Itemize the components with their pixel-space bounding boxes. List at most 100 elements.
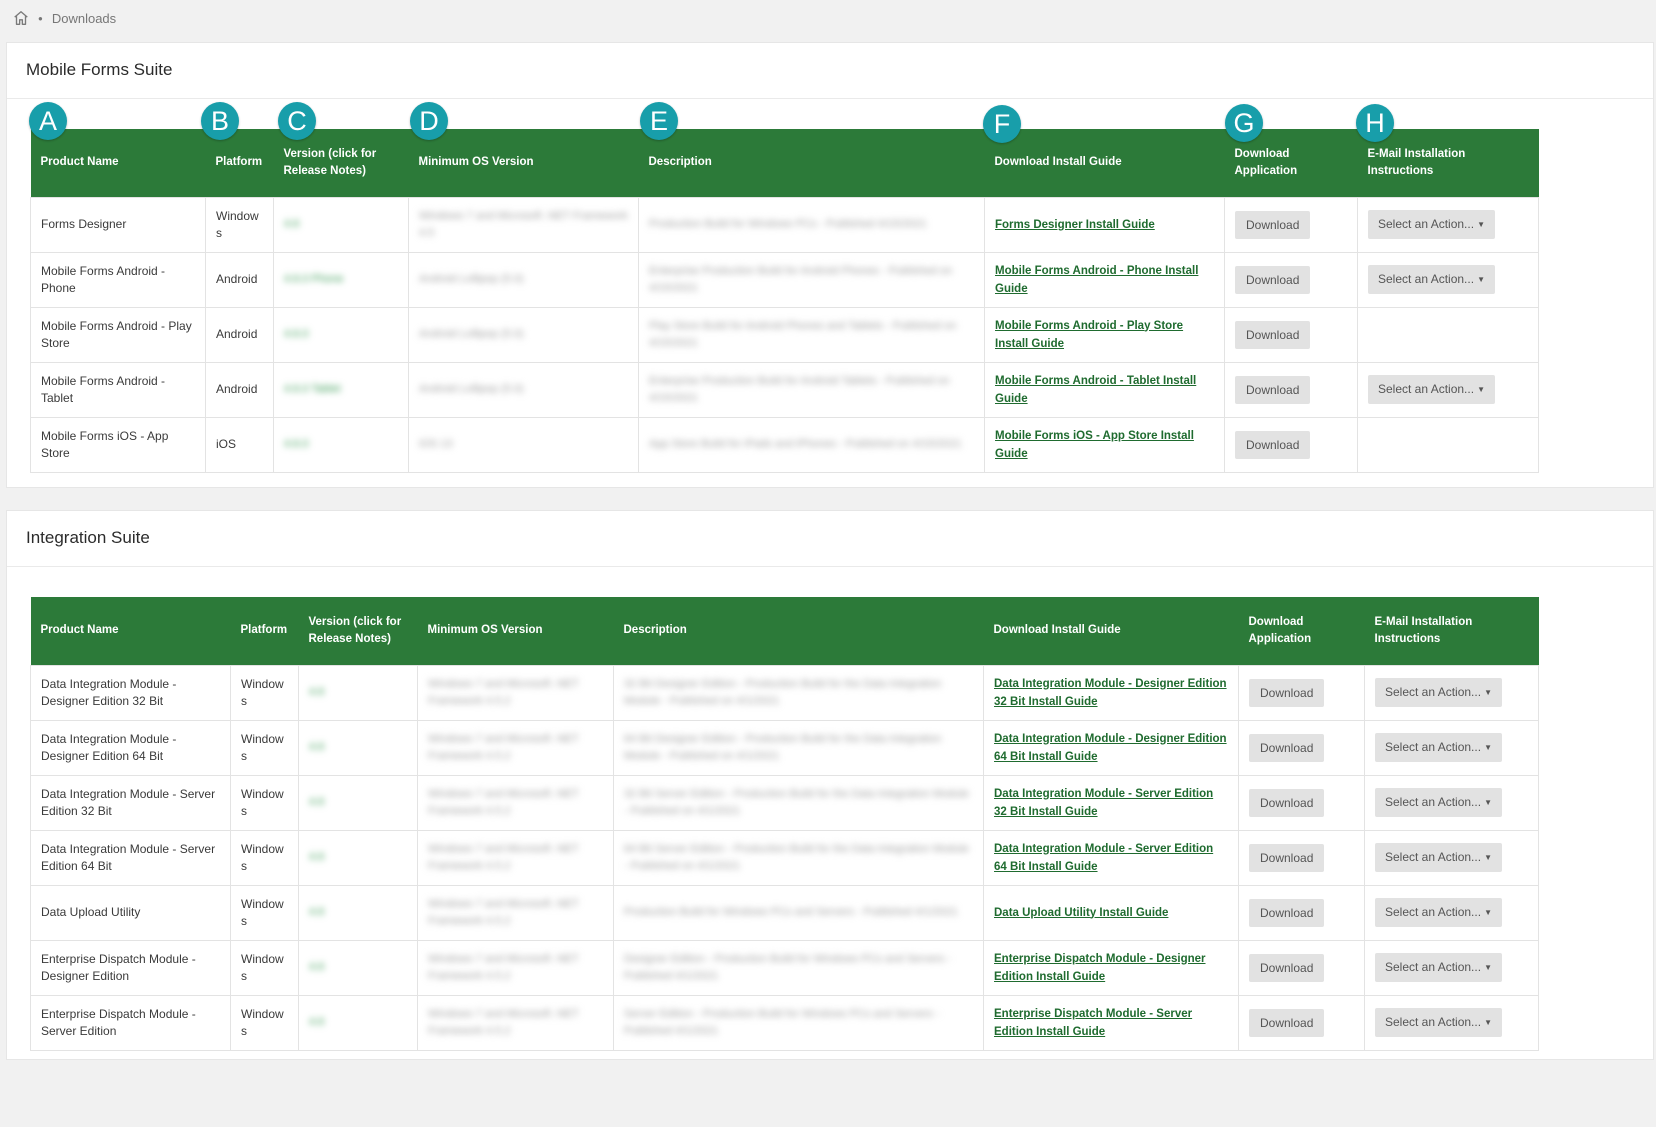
card-title-mobile: Mobile Forms Suite bbox=[26, 60, 173, 79]
release-notes-link[interactable]: 4.6.0 Tablet bbox=[284, 381, 398, 398]
release-notes-link[interactable]: 4.6 bbox=[309, 959, 407, 976]
download-cell: Download bbox=[1238, 774, 1365, 831]
home-icon[interactable] bbox=[12, 9, 30, 27]
min-os-cell: Windows 7 and Microsoft .NET Framework 4… bbox=[417, 829, 614, 886]
breadcrumb-current: Downloads bbox=[51, 10, 117, 26]
select-action-dropdown[interactable]: Select an Action... ▼ bbox=[1375, 1008, 1502, 1037]
select-action-dropdown[interactable]: Select an Action... ▼ bbox=[1375, 953, 1502, 982]
platform-cell: Android bbox=[205, 361, 274, 418]
column-header-product-name: Product Name bbox=[30, 597, 231, 665]
caret-down-icon: ▼ bbox=[1477, 385, 1485, 394]
min-os-cell: Windows 7 and Microsoft .NET Framework 4… bbox=[417, 994, 614, 1051]
table-row: Forms Designer Windows 4.6 Windows 7 and Mi… bbox=[30, 196, 1539, 253]
product-name-cell: Mobile Forms Android - Phone bbox=[30, 251, 206, 308]
release-notes-link[interactable]: 4.6.0 Phone bbox=[284, 271, 398, 288]
download-cell: Download bbox=[1224, 306, 1358, 363]
select-action-dropdown[interactable]: Select an Action... ▼ bbox=[1375, 898, 1502, 927]
download-button[interactable]: Download bbox=[1249, 953, 1325, 982]
column-marker-b: B bbox=[201, 102, 239, 140]
description-cell: Server Edition - Production Build for Wi… bbox=[613, 994, 984, 1051]
min-os-cell: Windows 7 and Microsoft .NET Framework 4… bbox=[417, 774, 614, 831]
table-row: Data Integration Module - Server Edition… bbox=[30, 829, 1539, 886]
select-action-label: Select an Action... bbox=[1385, 685, 1482, 699]
min-os-cell: Windows 7 and Microsoft .NET Framework 4… bbox=[417, 939, 614, 996]
install-guide-link[interactable]: Data Integration Module - Designer Editi… bbox=[994, 678, 1227, 708]
table-row: Mobile Forms Android - Tablet Android 4.6.… bbox=[30, 361, 1539, 418]
install-guide-link[interactable]: Enterprise Dispatch Module - Server Edit… bbox=[994, 1008, 1192, 1038]
email-cell bbox=[1357, 416, 1539, 473]
download-button[interactable]: Download bbox=[1249, 898, 1325, 927]
install-guide-link[interactable]: Data Integration Module - Designer Editi… bbox=[994, 733, 1227, 763]
install-guide-link[interactable]: Mobile Forms Android - Phone Install Gui… bbox=[995, 265, 1198, 295]
install-guide-link[interactable]: Forms Designer Install Guide bbox=[995, 219, 1155, 231]
column-header-description: Description bbox=[638, 129, 985, 197]
caret-down-icon: ▼ bbox=[1484, 908, 1492, 917]
description-text: Production Build for Windows PCs and Ser… bbox=[624, 906, 958, 918]
install-guide-link[interactable]: Data Integration Module - Server Edition… bbox=[994, 788, 1213, 818]
install-guide-link[interactable]: Data Upload Utility Install Guide bbox=[994, 907, 1168, 919]
version-cell: 4.6 bbox=[298, 774, 418, 831]
install-guide-link[interactable]: Mobile Forms Android - Play Store Instal… bbox=[995, 320, 1183, 350]
table-row: Data Integration Module - Designer Editi… bbox=[30, 719, 1539, 776]
download-button[interactable]: Download bbox=[1235, 265, 1311, 294]
download-button[interactable]: Download bbox=[1249, 678, 1325, 707]
install-guide-link[interactable]: Enterprise Dispatch Module - Designer Ed… bbox=[994, 953, 1206, 983]
caret-down-icon: ▼ bbox=[1484, 1018, 1492, 1027]
select-action-dropdown[interactable]: Select an Action... ▼ bbox=[1368, 375, 1495, 404]
release-notes-link[interactable]: 4.6 bbox=[309, 1014, 407, 1031]
release-notes-link[interactable]: 4.6 bbox=[309, 739, 407, 756]
download-cell: Download bbox=[1238, 829, 1365, 886]
min-os-cell: Android Lollipop (5.0) bbox=[408, 306, 639, 363]
download-button[interactable]: Download bbox=[1249, 788, 1325, 817]
description-cell: Enterprise Production Build for Android … bbox=[638, 361, 985, 418]
release-notes-link[interactable]: 4.6 bbox=[309, 904, 407, 921]
select-action-dropdown[interactable]: Select an Action... ▼ bbox=[1375, 843, 1502, 872]
platform-cell: Windows bbox=[230, 664, 299, 721]
column-marker-f: F bbox=[983, 105, 1021, 143]
description-cell: 32 Bit Designer Edition - Production Bui… bbox=[613, 664, 984, 721]
table-row: Data Upload Utility Windows 4.6 Windows 7 a… bbox=[30, 884, 1539, 941]
min-os-text: Windows 7 and Microsoft .NET Framework 4… bbox=[419, 209, 628, 239]
release-notes-link[interactable]: 4.6 bbox=[309, 849, 407, 866]
release-notes-link[interactable]: 4.6.0 bbox=[284, 326, 398, 343]
install-guide-link[interactable]: Mobile Forms Android - Tablet Install Gu… bbox=[995, 375, 1196, 405]
install-guide-link[interactable]: Data Integration Module - Server Edition… bbox=[994, 843, 1213, 873]
select-action-dropdown[interactable]: Select an Action... ▼ bbox=[1375, 678, 1502, 707]
download-button[interactable]: Download bbox=[1249, 733, 1325, 762]
mobile-forms-suite-card: Mobile Forms Suite Product Name Platform V… bbox=[6, 42, 1654, 488]
select-action-dropdown[interactable]: Select an Action... ▼ bbox=[1375, 788, 1502, 817]
download-button[interactable]: Download bbox=[1249, 843, 1325, 872]
select-action-dropdown[interactable]: Select an Action... ▼ bbox=[1368, 265, 1495, 294]
install-guide-cell: Data Upload Utility Install Guide bbox=[983, 884, 1239, 941]
card-divider bbox=[7, 98, 1653, 99]
download-button[interactable]: Download bbox=[1235, 320, 1311, 349]
min-os-cell: iOS 13 bbox=[408, 416, 639, 473]
release-notes-link[interactable]: 4.6 bbox=[309, 684, 407, 701]
caret-down-icon: ▼ bbox=[1484, 688, 1492, 697]
download-cell: Download bbox=[1238, 994, 1365, 1051]
release-notes-link[interactable]: 4.6 bbox=[284, 216, 398, 233]
download-button[interactable]: Download bbox=[1235, 375, 1311, 404]
release-notes-link[interactable]: 4.6 bbox=[309, 794, 407, 811]
download-button[interactable]: Download bbox=[1235, 210, 1311, 239]
version-cell: 4.6 bbox=[298, 829, 418, 886]
platform-cell: iOS bbox=[205, 416, 274, 473]
install-guide-cell: Mobile Forms Android - Phone Install Gui… bbox=[984, 251, 1225, 308]
integration-downloads-table: Product Name Platform Version (click for R… bbox=[30, 597, 1539, 1051]
download-button[interactable]: Download bbox=[1249, 1008, 1325, 1037]
min-os-cell: Android Lollipop (5.0) bbox=[408, 251, 639, 308]
release-notes-link[interactable]: 4.6.0 bbox=[284, 436, 398, 453]
min-os-text: Android Lollipop (5.0) bbox=[419, 328, 524, 340]
min-os-cell: Windows 7 and Microsoft .NET Framework 4… bbox=[417, 719, 614, 776]
select-action-label: Select an Action... bbox=[1385, 905, 1482, 919]
description-text: Enterprise Production Build for Android … bbox=[649, 264, 953, 294]
install-guide-link[interactable]: Mobile Forms iOS - App Store Install Gui… bbox=[995, 430, 1194, 460]
select-action-dropdown[interactable]: Select an Action... ▼ bbox=[1375, 733, 1502, 762]
column-header-platform: Platform bbox=[230, 597, 299, 665]
description-text: Production Build for Windows PCs - Publi… bbox=[649, 218, 927, 230]
description-cell: 64 Bit Server Edition - Production Build… bbox=[613, 829, 984, 886]
select-action-dropdown[interactable]: Select an Action... ▼ bbox=[1368, 210, 1495, 239]
download-button[interactable]: Download bbox=[1235, 430, 1311, 459]
download-cell: Download bbox=[1238, 939, 1365, 996]
mobile-downloads-table: Product Name Platform Version (click for R… bbox=[30, 129, 1539, 473]
